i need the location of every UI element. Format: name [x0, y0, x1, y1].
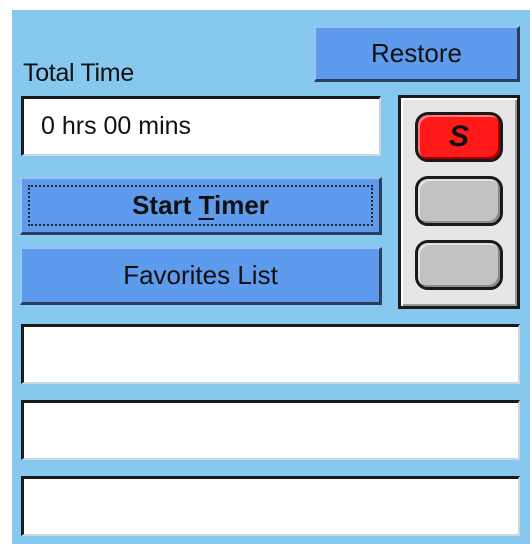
focus-ring: [28, 185, 373, 226]
entry-field-1[interactable]: [21, 324, 520, 384]
favorites-list-label: Favorites List: [123, 260, 278, 290]
timer-slot-panel: S: [398, 95, 520, 309]
timer-slot-1-button[interactable]: S: [415, 112, 503, 162]
total-time-label: Total Time: [23, 59, 134, 87]
timer-slot-2-button[interactable]: [415, 176, 503, 226]
timer-slot-1-label: S: [448, 120, 469, 153]
entry-field-3[interactable]: [21, 476, 520, 536]
total-time-field: 0 hrs 00 mins: [21, 96, 381, 156]
timer-slot-3-button[interactable]: [415, 240, 503, 290]
start-timer-button[interactable]: Start Timer: [20, 177, 382, 235]
favorites-list-button[interactable]: Favorites List: [20, 247, 382, 305]
restore-button[interactable]: Restore: [314, 26, 520, 82]
entry-field-2[interactable]: [21, 400, 520, 460]
restore-button-label: Restore: [370, 38, 463, 68]
total-time-value: 0 hrs 00 mins: [41, 112, 192, 140]
